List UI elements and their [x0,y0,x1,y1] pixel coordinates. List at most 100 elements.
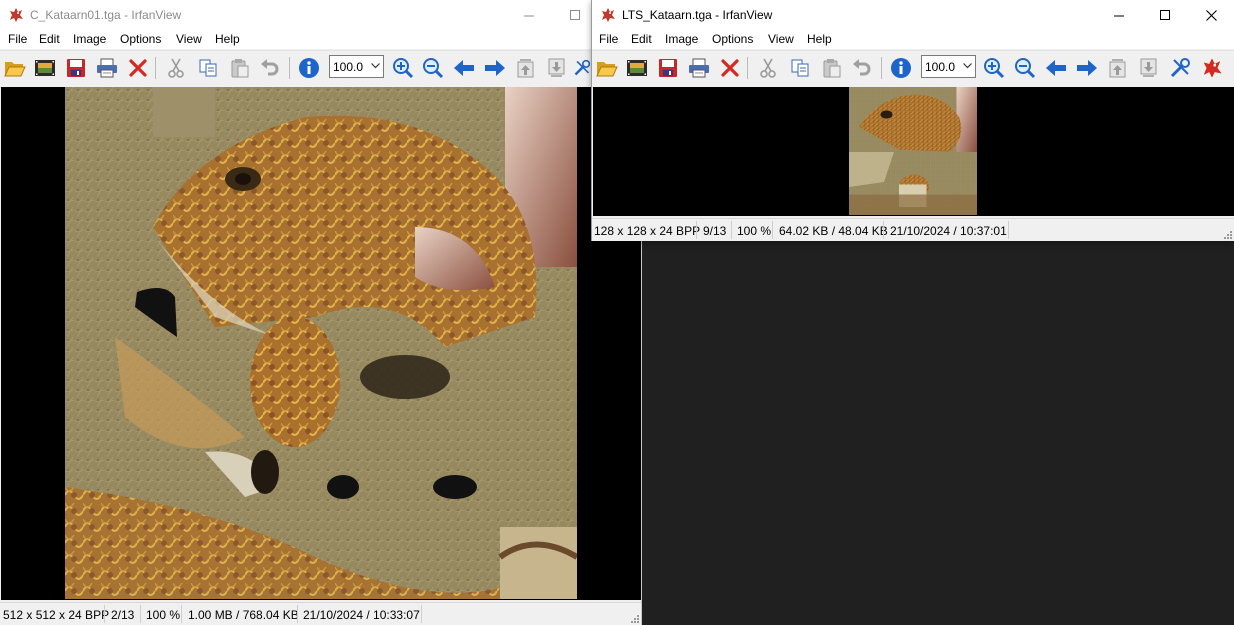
info-button[interactable] [296,55,322,81]
thumbnails-button[interactable] [624,55,650,81]
status-divider [772,221,773,239]
minimize-button[interactable] [1096,0,1142,30]
minimize-button[interactable] [506,0,552,30]
menu-file[interactable]: File [8,32,27,46]
info-button[interactable] [888,55,914,81]
first-file-button[interactable] [1105,55,1131,81]
paste-button[interactable] [227,55,253,81]
delete-icon [721,59,739,77]
status-file-size: 64.02 KB / 48.04 KB [779,224,888,238]
save-button[interactable] [63,55,89,81]
title-bar[interactable]: C_Kataarn01.tga - IrfanView [0,0,641,30]
zoom-select[interactable]: 100.0 [329,55,384,78]
print-icon [97,58,117,78]
settings-icon [574,59,591,76]
status-divider [421,605,422,623]
menu-image[interactable]: Image [665,32,698,46]
status-image-size: 512 x 512 x 24 BPP [3,608,110,622]
status-file-size: 1.00 MB / 768.04 KB [188,608,299,622]
paste-button[interactable] [819,55,845,81]
zoom-value: 100.0 [925,60,956,74]
zoom-select[interactable]: 100.0 [921,55,976,78]
menu-edit[interactable]: Edit [631,32,652,46]
print-icon [689,58,709,78]
open-folder-icon [4,62,26,77]
print-button[interactable] [94,55,120,81]
title-bar[interactable]: LTS_Kataarn.tga - IrfanView [592,0,1234,30]
resize-grip-icon[interactable] [629,613,639,623]
copy-icon [791,59,809,77]
undo-icon [261,59,279,76]
status-date: 21/10/2024 / 10:37:01 [890,224,1007,238]
first-file-button[interactable] [513,55,539,81]
menu-help[interactable]: Help [215,32,240,46]
copy-button[interactable] [195,55,221,81]
last-file-button[interactable] [544,55,570,81]
previous-button[interactable] [1043,55,1069,81]
first-file-icon [517,59,534,78]
chevron-down-icon [963,63,972,69]
status-zoom: 100 % [737,224,772,238]
status-divider [104,605,105,623]
status-bar: 128 x 128 x 24 BPP 9/13 100 % 64.02 KB /… [592,218,1234,241]
previous-button[interactable] [451,55,477,81]
status-divider [297,605,298,623]
toolbar-separator [747,57,748,79]
toolbar-separator [155,57,156,79]
cut-button[interactable] [755,55,781,81]
menu-bar: File Edit Image Options View Help [0,30,641,49]
menu-bar: File Edit Image Options View Help [592,30,1234,49]
undo-button[interactable] [257,55,283,81]
zoom-out-button[interactable] [420,55,446,81]
texture-image [65,87,577,599]
menu-options[interactable]: Options [712,32,753,46]
last-file-button[interactable] [1136,55,1162,81]
delete-button[interactable] [125,55,151,81]
menu-image[interactable]: Image [73,32,106,46]
image-viewport[interactable] [593,87,1234,216]
irfanview-window-left: C_Kataarn01.tga - IrfanView File Edit Im… [0,0,642,625]
next-button[interactable] [482,55,508,81]
menu-view[interactable]: View [176,32,202,46]
copy-button[interactable] [787,55,813,81]
toolbar-separator [881,57,882,79]
about-button[interactable] [1199,55,1225,81]
copy-icon [199,59,217,77]
chevron-down-icon [371,63,380,69]
save-button[interactable] [655,55,681,81]
first-file-icon [1109,59,1126,78]
open-button[interactable] [2,55,28,81]
cut-button[interactable] [163,55,189,81]
next-button[interactable] [1074,55,1100,81]
image-viewport[interactable] [1,87,641,600]
toolbar: 100.0 [0,50,641,88]
last-file-icon [1140,58,1157,77]
settings-button[interactable] [1167,55,1193,81]
menu-view[interactable]: View [768,32,794,46]
print-button[interactable] [686,55,712,81]
open-button[interactable] [594,55,620,81]
status-bar: 512 x 512 x 24 BPP 2/13 100 % 1.00 MB / … [0,602,641,625]
settings-button[interactable] [573,55,591,81]
zoom-in-button[interactable] [981,55,1007,81]
toolbar: 100.0 [592,50,1234,88]
info-icon [891,58,911,78]
paste-icon [823,59,841,78]
toolbar-separator [289,57,290,79]
menu-options[interactable]: Options [120,32,161,46]
zoom-in-icon [984,58,1005,79]
resize-grip-icon[interactable] [1222,229,1232,239]
zoom-out-button[interactable] [1012,55,1038,81]
delete-button[interactable] [717,55,743,81]
zoom-in-button[interactable] [390,55,416,81]
menu-edit[interactable]: Edit [39,32,60,46]
status-file-index: 2/13 [111,608,135,622]
status-zoom: 100 % [146,608,181,622]
undo-button[interactable] [849,55,875,81]
thumbnails-button[interactable] [32,55,58,81]
menu-help[interactable]: Help [807,32,832,46]
menu-file[interactable]: File [599,32,618,46]
irfanview-logo-icon [602,8,615,22]
maximize-button[interactable] [1142,0,1188,30]
close-button[interactable] [1188,0,1234,30]
